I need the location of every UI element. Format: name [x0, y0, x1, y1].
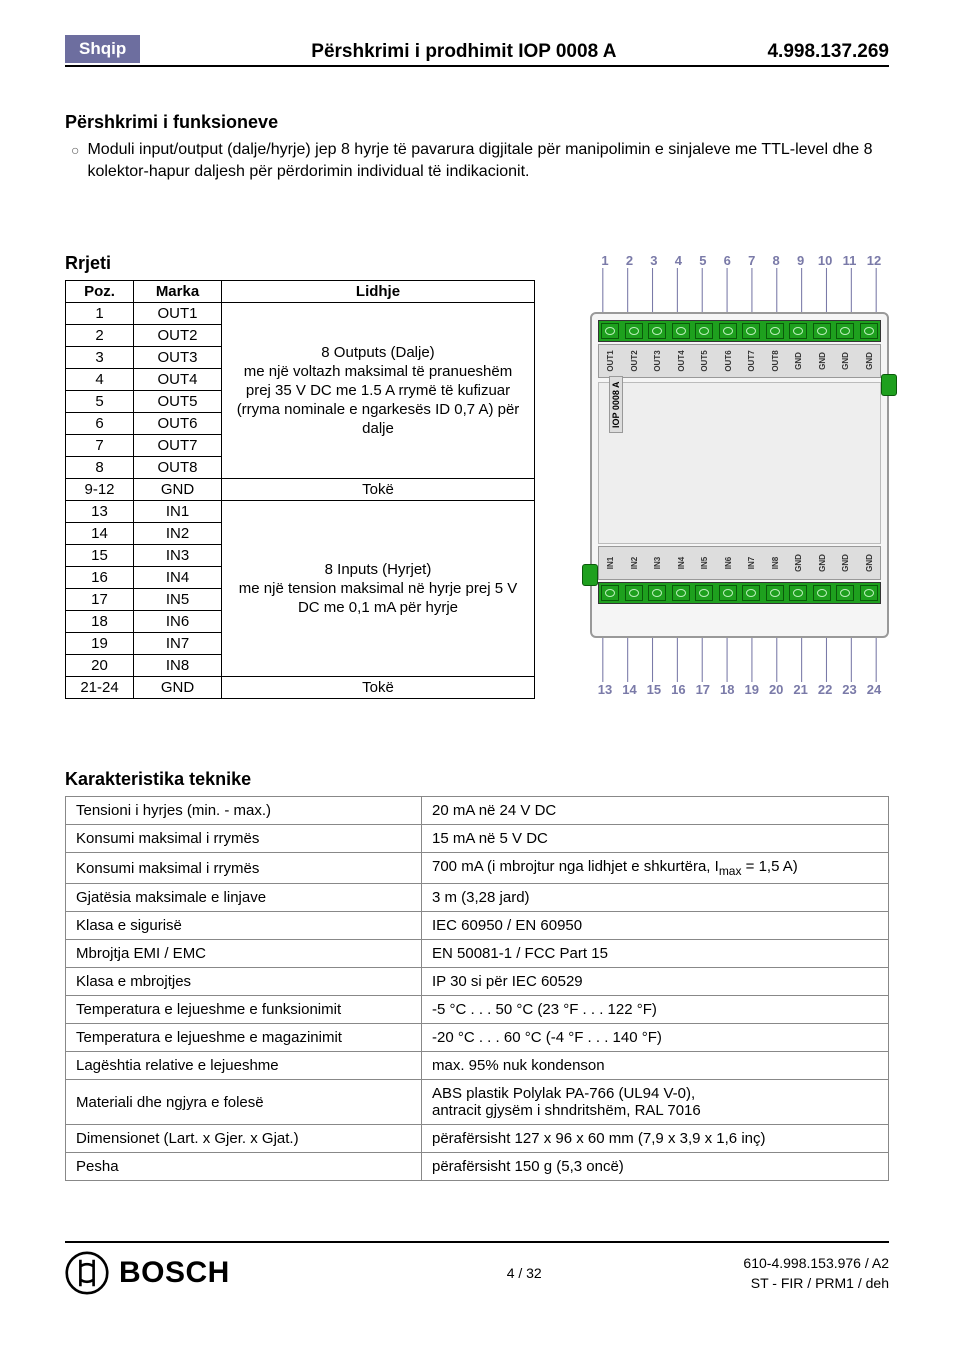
document-title: Përshkrimi i prodhimit IOP 0008 A [160, 41, 767, 63]
outputs-description: 8 Outputs (Dalje)me një voltazh maksimal… [222, 303, 535, 479]
table-row: Lagështia relative e lejueshmemax. 95% n… [66, 1052, 889, 1080]
connection-table: Poz. Marka Lidhje 1OUT18 Outputs (Dalje)… [65, 280, 535, 699]
table-row: Dimensionet (Lart. x Gjer. x Gjat.)përaf… [66, 1125, 889, 1153]
table-row: Temperatura e lejueshme e funksionimit-5… [66, 996, 889, 1024]
footer-meta-1: 610-4.998.153.976 / A2 [743, 1253, 889, 1273]
function-bullet: ○ Moduli input/output (dalje/hyrje) jep … [71, 139, 889, 183]
section-network-heading: Rrjeti [65, 253, 535, 274]
table-row: 21-24GNDTokë [66, 677, 535, 699]
table-row: 1OUT18 Outputs (Dalje)me një voltazh mak… [66, 303, 535, 325]
table-row: Konsumi maksimal i rrymës700 mA (i mbroj… [66, 853, 889, 884]
table-row: Gjatësia maksimale e linjave3 m (3,28 ja… [66, 884, 889, 912]
module-box: OUT1OUT2OUT3OUT4OUT5OUT6OUT7OUT8GNDGNDGN… [590, 312, 889, 638]
footer-meta: 610-4.998.153.976 / A2 ST - FIR / PRM1 /… [743, 1253, 889, 1293]
top-terminal-block [598, 320, 881, 342]
col-pos: Poz. [66, 281, 134, 303]
module-body: IOP 0008 A [598, 382, 881, 544]
table-row: Temperatura e lejueshme e magazinimit-20… [66, 1024, 889, 1052]
table-row: Klasa e mbrojtjesIP 30 si për IEC 60529 [66, 968, 889, 996]
document-number: 4.998.137.269 [767, 41, 889, 63]
bottom-pin-labels: IN1IN2IN3IN4IN5IN6IN7IN8GNDGNDGNDGND [598, 546, 881, 580]
bullet-icon: ○ [71, 139, 79, 161]
section-functions-heading: Përshkrimi i funksioneve [65, 112, 889, 133]
function-text: Moduli input/output (dalje/hyrje) jep 8 … [87, 139, 889, 183]
top-pin-numbers: 123456789101112 [590, 253, 889, 268]
footer-meta-2: ST - FIR / PRM1 / deh [743, 1273, 889, 1293]
side-connector-left [582, 564, 598, 586]
top-lead-lines [590, 268, 889, 312]
inputs-description: 8 Inputs (Hyrjet)me një tension maksimal… [222, 501, 535, 677]
brand-logo: BOSCH [65, 1251, 305, 1295]
top-pin-labels: OUT1OUT2OUT3OUT4OUT5OUT6OUT7OUT8GNDGNDGN… [598, 344, 881, 378]
bottom-pin-numbers: 131415161718192021222324 [590, 682, 889, 697]
side-connector-right [881, 374, 897, 396]
table-row: 9-12GNDTokë [66, 479, 535, 501]
table-row: 13IN18 Inputs (Hyrjet)me një tension mak… [66, 501, 535, 523]
bosch-icon [65, 1251, 109, 1295]
specs-table: Tensioni i hyrjes (min. - max.)20 mA në … [65, 796, 889, 1181]
table-row: Tensioni i hyrjes (min. - max.)20 mA në … [66, 797, 889, 825]
table-row: Mbrojtja EMI / EMCEN 50081-1 / FCC Part … [66, 940, 889, 968]
bottom-terminal-block [598, 582, 881, 604]
section-specs-heading: Karakteristika teknike [65, 769, 889, 790]
page-footer: BOSCH 4 / 32 610-4.998.153.976 / A2 ST -… [65, 1241, 889, 1295]
table-row: Klasa e sigurisëIEC 60950 / EN 60950 [66, 912, 889, 940]
page-header: Shqip Përshkrimi i prodhimit IOP 0008 A … [65, 35, 889, 67]
bottom-lead-lines [590, 638, 889, 682]
chip-label: IOP 0008 A [609, 376, 623, 433]
language-tag: Shqip [65, 35, 140, 63]
table-row: Konsumi maksimal i rrymës15 mA në 5 V DC [66, 825, 889, 853]
col-brand: Marka [134, 281, 222, 303]
page-number: 4 / 32 [305, 1265, 743, 1281]
col-conn: Lidhje [222, 281, 535, 303]
table-row: Peshapërafërsisht 150 g (5,3 oncë) [66, 1153, 889, 1181]
module-diagram: 123456789101112 OUT1OUT2OUT3OUT4OUT5OUT6… [590, 253, 889, 697]
brand-name: BOSCH [119, 1256, 230, 1290]
table-row: Materiali dhe ngjyra e folesëABS plastik… [66, 1080, 889, 1125]
